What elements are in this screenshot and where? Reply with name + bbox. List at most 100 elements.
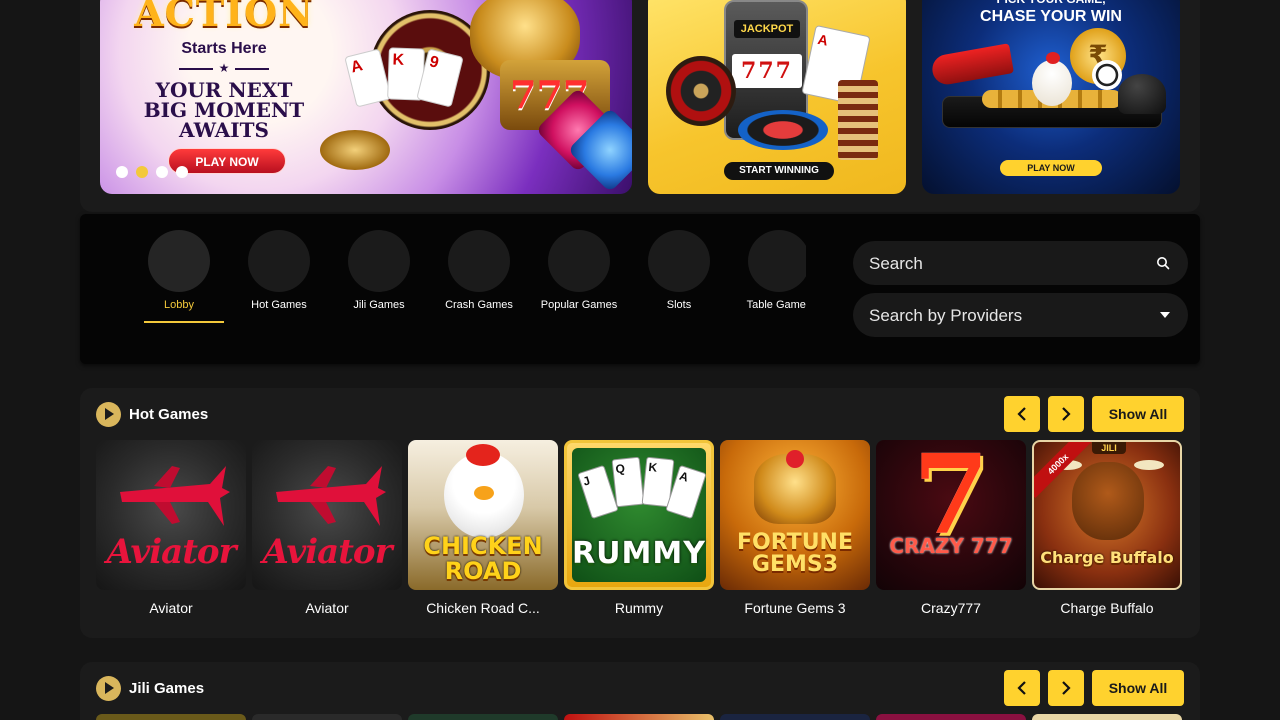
playing-card: Q — [611, 456, 645, 508]
search-input[interactable]: Search — [853, 241, 1188, 285]
provider-badge: JILI — [1092, 442, 1126, 454]
game-title: Aviator — [149, 600, 193, 616]
prev-button[interactable] — [1004, 396, 1040, 432]
banner-tagline: YOUR NEXT BIG MOMENT AWAITS — [143, 78, 305, 142]
show-all-button[interactable]: Show All — [1092, 396, 1184, 432]
tab-label: Crash Games — [445, 299, 513, 311]
game-thumbnail[interactable] — [96, 714, 246, 720]
game-thumbnail[interactable]: CHICKEN ROAD — [408, 440, 558, 590]
plane-icon — [120, 466, 230, 526]
chevron-left-icon — [1017, 407, 1026, 421]
provider-select[interactable]: Search by Providers — [853, 293, 1188, 337]
chevron-right-icon — [1062, 407, 1071, 421]
table-games-icon — [748, 230, 806, 292]
tab-table-games[interactable]: Table Games — [729, 230, 806, 330]
game-title: Rummy — [614, 600, 664, 616]
game-thumbnail[interactable] — [1032, 714, 1182, 720]
popular-games-icon — [548, 230, 610, 292]
search-icon[interactable] — [1156, 256, 1170, 270]
tab-lobby[interactable]: Lobby — [129, 230, 229, 330]
carousel-dot[interactable] — [176, 166, 188, 178]
banner-start-winning-button[interactable]: START WINNING — [724, 162, 834, 180]
tab-crash-games[interactable]: Crash Games — [429, 230, 529, 330]
game-logo-text: CHICKEN ROAD — [423, 532, 543, 585]
tab-label: Hot Games — [251, 299, 307, 311]
game-title: Crazy777 — [921, 600, 981, 616]
tab-label: Lobby — [164, 299, 194, 311]
game-thumbnail[interactable]: Aviator — [96, 440, 246, 590]
carousel-dots — [116, 166, 188, 178]
tab-slots[interactable]: Slots — [629, 230, 729, 330]
crash-games-icon — [448, 230, 510, 292]
poker-chips-graphic — [320, 130, 390, 170]
promo-banner-action[interactable]: 777 A K 9 ACTION Starts Here ★ YOUR NEXT… — [100, 0, 632, 194]
tab-label: Slots — [666, 299, 692, 311]
jili-games-icon — [348, 230, 410, 292]
carousel-dot-active[interactable] — [136, 166, 148, 178]
jili-games-section: Jili Games Show All — [80, 662, 1200, 720]
category-tabs: Lobby Hot Games Jili Games Crash Games P… — [124, 230, 806, 340]
game-thumbnail[interactable]: FORTUNE GEMS3 — [720, 440, 870, 590]
game-logo-text: Charge Buffalo — [1040, 548, 1174, 567]
buffalo-graphic — [1072, 462, 1144, 540]
game-logo-text: CRAZY 777 — [889, 534, 1013, 558]
chevron-right-icon — [1062, 681, 1071, 695]
game-logo-text: Aviator — [106, 532, 237, 572]
section-title: Jili Games — [129, 680, 205, 697]
game-thumbnail[interactable] — [408, 714, 558, 720]
chevron-left-icon — [1017, 681, 1026, 695]
hot-games-icon — [248, 230, 310, 292]
game-thumbnail[interactable] — [564, 714, 714, 720]
tab-popular-games[interactable]: Popular Games — [529, 230, 629, 330]
chicken-comb-graphic — [466, 444, 500, 466]
promo-banner-jackpot[interactable]: JACKPOT 777 A START WINNING — [648, 0, 906, 194]
search-placeholder: Search — [869, 254, 923, 273]
section-title: Hot Games — [129, 406, 209, 423]
game-thumbnail[interactable] — [252, 714, 402, 720]
buffalo-horn-graphic — [1134, 460, 1164, 470]
chicken-beak-graphic — [474, 486, 494, 500]
provider-select-placeholder: Search by Providers — [869, 306, 1023, 325]
plane-graphic — [930, 43, 1014, 87]
prev-button[interactable] — [1004, 670, 1040, 706]
helmet-graphic — [1118, 74, 1166, 114]
caret-down-icon — [1160, 312, 1170, 318]
game-logo-text: RUMMY — [572, 536, 706, 571]
lobby-icon — [148, 230, 210, 292]
carousel-dot[interactable] — [156, 166, 168, 178]
tab-hot-games[interactable]: Hot Games — [229, 230, 329, 330]
tab-label: Jili Games — [353, 299, 405, 311]
play-circle-icon — [96, 676, 121, 701]
rummy-table-graphic: J Q K A RUMMY — [572, 448, 707, 582]
banner-subtitle: Starts Here — [181, 40, 267, 57]
game-title: Charge Buffalo — [1060, 600, 1154, 616]
game-thumbnail[interactable] — [876, 714, 1026, 720]
hot-games-section: Hot Games Show All Aviator Aviator Aviat… — [80, 388, 1200, 638]
football-graphic — [1092, 60, 1122, 90]
next-button[interactable] — [1048, 396, 1084, 432]
banner-headline: ACTION — [134, 0, 314, 35]
star-divider-icon: ★ — [134, 61, 314, 75]
chicken-graphic — [1032, 52, 1072, 106]
game-thumbnail[interactable]: J Q K A RUMMY — [564, 440, 714, 590]
banner-play-now-button[interactable]: PLAY NOW — [1000, 160, 1102, 176]
game-thumbnail[interactable]: 7 CRAZY 777 — [876, 440, 1026, 590]
game-thumbnail[interactable]: Aviator — [252, 440, 402, 590]
playing-cards-graphic: J Q K A — [577, 454, 707, 524]
game-logo-text: FORTUNE GEMS3 — [737, 530, 853, 577]
roulette-wheel-graphic — [666, 56, 736, 126]
banner-title: PICK YOUR GAME, CHASE YOUR WIN — [980, 0, 1122, 25]
show-all-button[interactable]: Show All — [1092, 670, 1184, 706]
game-thumbnail[interactable]: 4000x JILI Charge Buffalo — [1032, 440, 1182, 590]
game-thumbnail[interactable] — [720, 714, 870, 720]
carousel-dot[interactable] — [116, 166, 128, 178]
slot-reels: 777 — [732, 54, 802, 88]
promo-banner-pick-game[interactable]: PICK YOUR GAME, CHASE YOUR WIN ₹ PLAY NO… — [922, 0, 1180, 194]
game-title: Aviator — [305, 600, 349, 616]
jackpot-label: JACKPOT — [734, 20, 800, 38]
tab-jili-games[interactable]: Jili Games — [329, 230, 429, 330]
tab-label: Popular Games — [540, 299, 618, 311]
poker-chips-graphic — [738, 110, 828, 150]
active-tab-indicator — [144, 321, 224, 323]
next-button[interactable] — [1048, 670, 1084, 706]
